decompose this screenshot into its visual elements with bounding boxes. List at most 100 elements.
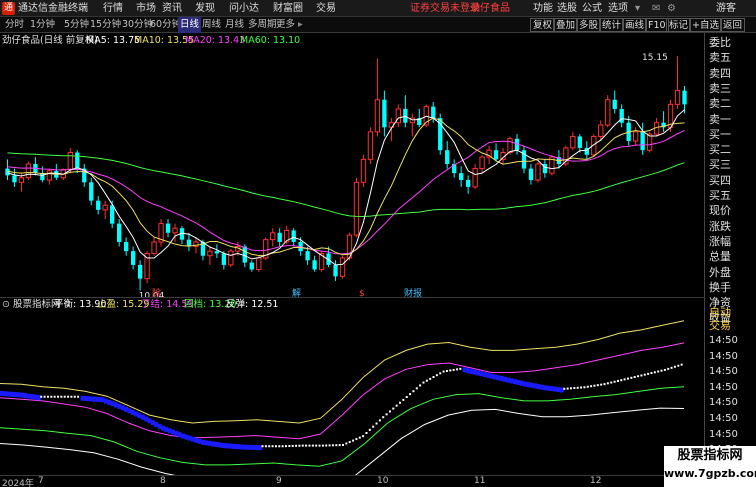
candle[interactable] [284,225,290,245]
auto-trade-label[interactable]: 交易 [709,318,731,333]
candle[interactable] [165,219,171,238]
menu-wenxiaoda[interactable]: 问小达 [229,0,259,17]
candle[interactable] [374,58,381,137]
menu-zixun[interactable]: 资讯 [162,0,182,17]
message-icon[interactable]: ✉ [652,0,660,17]
candlestick-chart[interactable]: 15.1510.04除解 $ 财报 [0,47,704,297]
candle[interactable] [102,200,108,220]
candle[interactable] [353,177,360,238]
candle[interactable] [472,163,478,190]
candle[interactable] [535,161,541,183]
candle[interactable] [458,166,464,187]
btn-back[interactable]: 返回 [720,18,746,32]
candle[interactable] [130,246,136,270]
candle[interactable] [228,248,234,268]
candle[interactable] [640,122,645,155]
more-chevron-icon[interactable]: ▸ [298,17,303,33]
candle[interactable] [25,161,32,181]
btn-fuquan[interactable]: 复权 [530,18,556,32]
settings-icon[interactable]: ⚙ [667,0,676,17]
candle[interactable] [116,219,122,247]
menu-caifuquan[interactable]: 财富圈 [273,0,303,17]
candle[interactable] [619,104,624,128]
candle[interactable] [54,163,59,181]
stock-tab[interactable]: 劲仔食品 [470,0,510,17]
candle[interactable] [12,168,17,187]
candle[interactable] [542,159,548,178]
candle[interactable] [395,104,402,128]
candle[interactable] [312,255,317,272]
menu-gongshi[interactable]: 公式 [582,0,602,17]
candle[interactable] [605,95,611,128]
candle[interactable] [172,223,178,242]
candle[interactable] [403,95,408,128]
candle[interactable] [445,141,450,169]
candle[interactable] [151,237,157,256]
candle[interactable] [158,219,164,247]
candle[interactable] [346,232,353,261]
candle[interactable] [409,113,415,137]
candle[interactable] [549,154,555,176]
candle[interactable] [521,145,527,174]
candle[interactable] [46,168,53,185]
candle[interactable] [465,175,471,194]
candle[interactable] [270,228,276,247]
period-daily[interactable]: 日线 [178,17,202,33]
candle[interactable] [249,260,254,272]
candle[interactable] [452,159,457,178]
candle[interactable] [277,228,282,247]
period-1min[interactable]: 1分钟 [30,17,55,33]
menu-faxian[interactable]: 发现 [195,0,215,17]
period-multi[interactable]: 多周期 [248,17,277,33]
menu-gongneng[interactable]: 功能 [533,0,553,17]
period-5min[interactable]: 5分钟 [64,17,89,33]
indicator-icon[interactable]: ⊙ [2,299,10,311]
candle[interactable] [96,196,101,215]
candle[interactable] [682,85,687,114]
candle[interactable] [360,154,367,187]
candle[interactable] [382,90,387,137]
period-30min[interactable]: 30分钟 [122,17,153,33]
candle[interactable] [82,163,87,187]
candle[interactable] [367,127,374,164]
period-fenshi[interactable]: 分时 [5,17,24,33]
candle[interactable] [528,163,534,185]
candle[interactable] [388,118,395,142]
candle[interactable] [137,260,143,291]
menu-xuanxiang[interactable]: 选项 [608,0,628,17]
candle[interactable] [179,225,185,245]
candle[interactable] [339,255,346,279]
candle[interactable] [493,143,499,162]
indicator-chart[interactable] [0,311,704,475]
menu-hangqing[interactable]: 行情 [103,0,123,17]
menu-dropdown-icon[interactable]: ▾ [635,0,640,17]
candle[interactable] [123,237,129,256]
candle[interactable] [5,159,10,181]
btn-duogu[interactable]: 多股 [576,18,602,32]
candle[interactable] [479,154,485,174]
period-weekly[interactable]: 周线 [202,17,221,33]
candle[interactable] [612,90,617,114]
period-more[interactable]: 更多 [276,17,295,33]
menu-xuangu[interactable]: 选股 [557,0,577,17]
period-monthly[interactable]: 月线 [225,17,244,33]
candle[interactable] [570,131,576,151]
menu-jiaoyi[interactable]: 交易 [316,0,336,17]
candle[interactable] [144,251,150,284]
menu-shichang[interactable]: 市场 [136,0,156,17]
candle[interactable] [263,237,269,261]
candle[interactable] [674,56,681,109]
candle[interactable] [89,177,94,206]
btn-add-watchlist[interactable]: +自选 [689,18,722,32]
candle[interactable] [661,111,666,132]
btn-huaxian[interactable]: 画线 [622,18,648,32]
btn-biaoji[interactable]: 标记 [666,18,692,32]
candle[interactable] [417,108,422,128]
candle[interactable] [207,246,213,265]
candle[interactable] [577,134,582,153]
btn-tongji[interactable]: 统计 [599,18,625,32]
btn-diejia[interactable]: 叠加 [553,18,579,32]
period-15min[interactable]: 15分钟 [90,17,121,33]
user-guest[interactable]: 游客 [716,0,736,17]
period-60min[interactable]: 60分钟 [150,17,181,33]
